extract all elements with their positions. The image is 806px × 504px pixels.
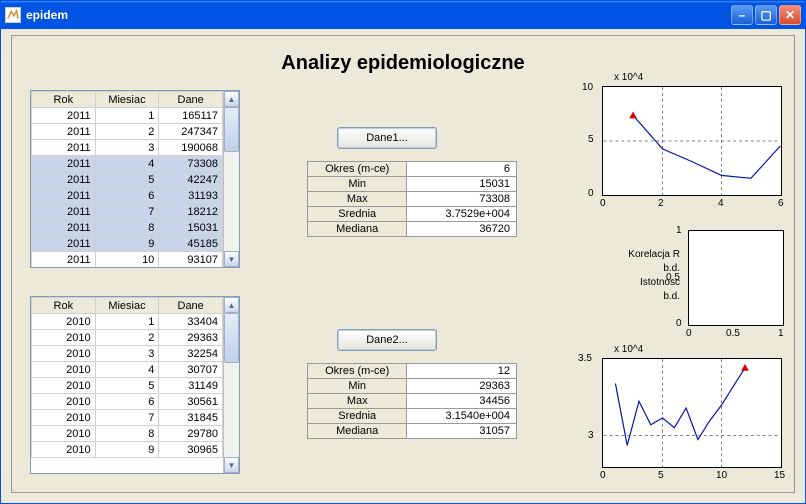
col-header: Rok <box>32 92 96 108</box>
plot1-ytick: 0 <box>588 188 594 199</box>
stat-label: Srednia <box>308 409 407 424</box>
page-title: Analizy epidemiologiczne <box>12 52 794 75</box>
plot1-xtick: 6 <box>778 198 784 209</box>
table-row[interactable]: 2010829780 <box>32 426 223 442</box>
plot1-ytick: 5 <box>588 134 594 145</box>
plot2-ytick: 1 <box>676 225 682 236</box>
stat-label: Min <box>308 379 407 394</box>
stat-value: 12 <box>407 364 517 379</box>
table-row[interactable]: 2010332254 <box>32 346 223 362</box>
stat-label: Okres (m-ce) <box>308 162 407 177</box>
plot3-exponent: x 10^4 <box>614 344 643 355</box>
app-window: epidem – ▢ ✕ Analizy epidemiologiczne Ro… <box>0 0 806 504</box>
plot3-ytick: 3.5 <box>578 353 592 364</box>
data-table-1[interactable]: RokMiesiacDane20111165117201122473472011… <box>30 90 240 268</box>
scrollbar[interactable]: ▲ ▼ <box>223 297 239 473</box>
stat-value: 3.1540e+004 <box>407 409 517 424</box>
dane1-button[interactable]: Dane1... <box>337 127 437 149</box>
stats-table-2: Okres (m-ce)12 Min29363 Max34456 Srednia… <box>307 363 517 439</box>
plot1-xtick: 0 <box>600 198 606 209</box>
plot3-xtick: 5 <box>658 470 664 481</box>
table-row[interactable]: 2010430707 <box>32 362 223 378</box>
plot2-xtick: 0.5 <box>726 328 740 339</box>
plot-1 <box>602 86 782 196</box>
table-row[interactable]: 20112247347 <box>32 124 223 140</box>
table-row[interactable]: 2010133404 <box>32 314 223 330</box>
matlab-icon <box>5 7 21 23</box>
col-header: Dane <box>159 298 223 314</box>
table-row[interactable]: 2011815031 <box>32 220 223 236</box>
stat-label: Max <box>308 394 407 409</box>
plot2-ytick: 0 <box>676 318 682 329</box>
table-row[interactable]: 2010930965 <box>32 442 223 458</box>
table-row[interactable]: 20111093107 <box>32 252 223 268</box>
table-row[interactable]: 2011718212 <box>32 204 223 220</box>
table-row[interactable]: 2011473308 <box>32 156 223 172</box>
scroll-down-icon[interactable]: ▼ <box>224 251 239 267</box>
stat-label: Mediana <box>308 222 407 237</box>
stats-table-1: Okres (m-ce)6 Min15031 Max73308 Srednia3… <box>307 161 517 237</box>
stat-value: 36720 <box>407 222 517 237</box>
scroll-up-icon[interactable]: ▲ <box>224 297 239 313</box>
col-header: Rok <box>32 298 96 314</box>
scroll-down-icon[interactable]: ▼ <box>224 457 239 473</box>
plot1-ytick: 10 <box>582 82 593 93</box>
stat-value: 31057 <box>407 424 517 439</box>
plot1-xtick: 4 <box>718 198 724 209</box>
table-row[interactable]: 20113190068 <box>32 140 223 156</box>
dane2-button[interactable]: Dane2... <box>337 329 437 351</box>
data-table-2[interactable]: RokMiesiacDane20101334042010229363201033… <box>30 296 240 474</box>
plot-2 <box>688 230 784 326</box>
corr-r-label: Korelacja R <box>610 248 680 262</box>
table-row[interactable]: 2010630561 <box>32 394 223 410</box>
table-row[interactable]: 20111165117 <box>32 108 223 124</box>
maximize-button[interactable]: ▢ <box>755 5 777 25</box>
stat-label: Okres (m-ce) <box>308 364 407 379</box>
table-row[interactable]: 2010531149 <box>32 378 223 394</box>
stat-value: 73308 <box>407 192 517 207</box>
plot2-xtick: 1 <box>778 328 784 339</box>
plot3-xtick: 15 <box>774 470 785 481</box>
col-header: Miesiac <box>95 92 159 108</box>
scroll-up-icon[interactable]: ▲ <box>224 91 239 107</box>
table-row[interactable]: 2011631193 <box>32 188 223 204</box>
table-row[interactable]: 2010229363 <box>32 330 223 346</box>
close-button[interactable]: ✕ <box>779 5 801 25</box>
scrollbar[interactable]: ▲ ▼ <box>223 91 239 267</box>
stat-label: Max <box>308 192 407 207</box>
stat-label: Min <box>308 177 407 192</box>
stat-value: 34456 <box>407 394 517 409</box>
table-row[interactable]: 2010731845 <box>32 410 223 426</box>
table-row[interactable]: 2011945185 <box>32 236 223 252</box>
stat-value: 29363 <box>407 379 517 394</box>
table-row[interactable]: 2011542247 <box>32 172 223 188</box>
stat-value: 6 <box>407 162 517 177</box>
plot2-xtick: 0 <box>686 328 692 339</box>
stat-label: Mediana <box>308 424 407 439</box>
stat-value: 15031 <box>407 177 517 192</box>
col-header: Dane <box>159 92 223 108</box>
minimize-button[interactable]: – <box>731 5 753 25</box>
plot3-xtick: 10 <box>716 470 727 481</box>
plot2-ytick: 0.5 <box>666 272 680 283</box>
plot1-xtick: 2 <box>658 198 664 209</box>
stat-value: 3.7529e+004 <box>407 207 517 222</box>
window-title: epidem <box>26 8 731 22</box>
col-header: Miesiac <box>95 298 159 314</box>
plot3-ytick: 3 <box>588 430 594 441</box>
plot-3 <box>602 358 782 468</box>
plot3-xtick: 0 <box>600 470 606 481</box>
plot1-exponent: x 10^4 <box>614 72 643 83</box>
stat-label: Srednia <box>308 207 407 222</box>
corr-sig-value: b.d. <box>610 290 680 304</box>
titlebar[interactable]: epidem – ▢ ✕ <box>1 1 805 29</box>
